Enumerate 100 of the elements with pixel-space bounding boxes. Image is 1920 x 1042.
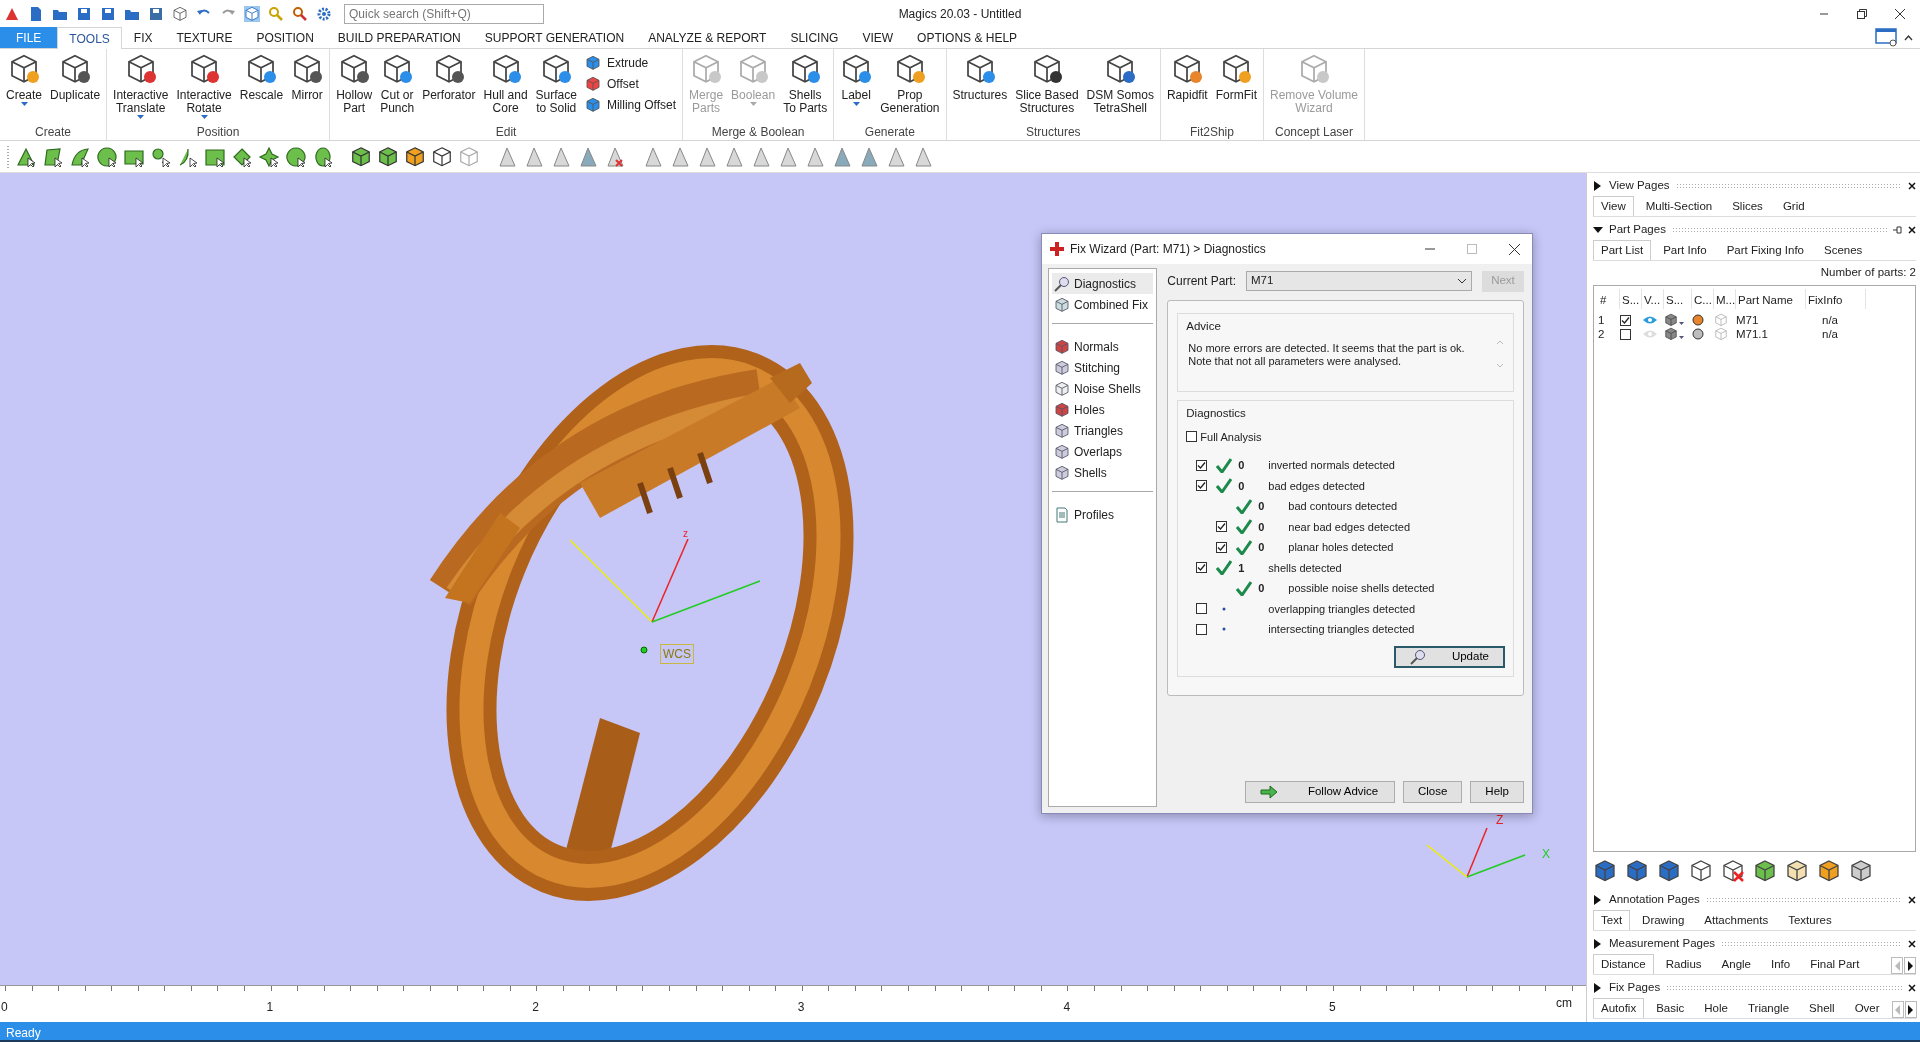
scroll-right-button[interactable] <box>1904 1001 1917 1018</box>
scroll-right-button[interactable] <box>1904 957 1916 974</box>
ribbon-button[interactable]: Extrude <box>581 53 680 73</box>
triangle-icon[interactable] <box>750 145 772 168</box>
tab[interactable]: Part Fixing Info <box>1718 239 1812 260</box>
tab[interactable]: Triangle <box>1739 997 1798 1018</box>
cube-icon[interactable] <box>1689 859 1713 883</box>
tab[interactable]: Info <box>1763 953 1799 974</box>
ribbon-button[interactable]: Perforator <box>419 51 479 123</box>
ribbon-button[interactable]: Hollow Part <box>333 51 376 123</box>
column-header[interactable]: S... <box>1620 289 1642 310</box>
tab[interactable]: Slices <box>1724 195 1771 216</box>
ribbon-button[interactable]: Offset <box>581 74 680 94</box>
nav-item[interactable]: Noise Shells <box>1052 378 1154 399</box>
triangle-icon[interactable] <box>669 145 691 168</box>
cube-icon[interactable] <box>1785 859 1809 883</box>
shape-cursor-icon[interactable] <box>258 145 280 168</box>
nav-item[interactable]: Triangles <box>1052 420 1154 441</box>
ribbon-button[interactable]: Shells To Parts <box>780 51 831 123</box>
shape-cursor-icon[interactable] <box>69 145 91 168</box>
ribbon-button[interactable]: Interactive Translate <box>110 51 172 123</box>
search-icon[interactable] <box>292 5 308 22</box>
nav-item[interactable]: Overlaps <box>1052 441 1154 462</box>
document-icon[interactable] <box>28 5 44 22</box>
column-header[interactable]: C... <box>1692 289 1714 310</box>
checkbox[interactable] <box>1186 431 1198 443</box>
triangle-icon[interactable] <box>723 145 745 168</box>
ribbon-button[interactable]: Mirror <box>288 51 327 123</box>
ribbon-tab[interactable]: OPTIONS & HELP <box>905 27 1030 48</box>
close-icon[interactable] <box>1908 225 1916 234</box>
nav-item[interactable]: Holes <box>1052 399 1154 420</box>
cube-icon[interactable] <box>1664 313 1684 328</box>
tab[interactable]: Part Info <box>1655 239 1715 260</box>
cube-icon[interactable] <box>1664 327 1684 342</box>
dialog-button[interactable]: Help <box>1470 781 1524 803</box>
shape-cursor-icon[interactable] <box>150 145 172 168</box>
tab[interactable]: Scenes <box>1816 239 1871 260</box>
ribbon-button[interactable]: Prop Generation <box>877 51 943 123</box>
ribbon-button[interactable]: Surface to Solid <box>532 51 580 123</box>
cube-icon[interactable] <box>377 145 399 168</box>
gear-icon[interactable] <box>316 5 332 22</box>
ribbon-button[interactable]: Milling Offset <box>581 95 680 115</box>
checkbox[interactable] <box>1620 314 1631 326</box>
column-header[interactable]: FixInfo <box>1806 289 1866 310</box>
checkbox[interactable] <box>1196 480 1208 492</box>
cube-icon[interactable] <box>1625 859 1649 883</box>
checkbox[interactable] <box>1196 562 1208 574</box>
dialog-button[interactable]: Follow Advice <box>1244 781 1395 803</box>
ribbon-button[interactable]: Structures <box>949 51 1011 123</box>
ribbon-button[interactable]: Interactive Rotate <box>173 51 235 123</box>
ribbon-button[interactable]: Slice Based Structures <box>1012 51 1082 123</box>
tab[interactable]: Shell <box>1801 997 1843 1018</box>
ribbon-tab[interactable]: ANALYZE & REPORT <box>636 27 779 48</box>
cube-icon[interactable] <box>1753 859 1777 883</box>
part-dropdown[interactable]: M71 <box>1246 271 1472 291</box>
close-icon[interactable] <box>1509 243 1520 255</box>
cube-icon[interactable] <box>1657 859 1681 883</box>
tab[interactable]: Autofix <box>1593 997 1645 1018</box>
column-header[interactable]: S... <box>1664 289 1692 310</box>
search-field[interactable]: Quick search (Shift+Q) <box>344 3 544 24</box>
checkbox[interactable] <box>1216 521 1228 533</box>
ribbon-button[interactable]: DSM Somos TetraShell <box>1083 51 1157 123</box>
ribbon-tab[interactable]: POSITION <box>244 27 326 48</box>
ribbon-button[interactable]: Rescale <box>236 51 287 123</box>
ribbon-tab[interactable]: BUILD PREPARATION <box>325 27 473 48</box>
triangle-icon[interactable] <box>885 145 907 168</box>
triangle-icon[interactable] <box>642 145 664 168</box>
column-header[interactable]: # <box>1598 289 1620 310</box>
triangle-icon[interactable] <box>577 145 599 168</box>
nav-item[interactable]: Combined Fix <box>1052 294 1154 315</box>
shape-cursor-icon[interactable] <box>96 145 118 168</box>
tab[interactable]: View <box>1593 195 1634 216</box>
expand-icon[interactable] <box>1593 982 1603 993</box>
save-icon[interactable] <box>76 5 92 22</box>
triangle-icon[interactable] <box>604 145 626 168</box>
update-button[interactable]: Update <box>1393 645 1505 668</box>
tab[interactable]: Grid <box>1774 195 1813 216</box>
window-settings-icon[interactable] <box>1875 28 1897 47</box>
cube-icon[interactable] <box>350 145 372 168</box>
close-icon[interactable] <box>1894 7 1906 20</box>
ribbon-button[interactable]: Create <box>3 51 46 123</box>
expand-icon[interactable] <box>1593 894 1603 905</box>
shape-cursor-icon[interactable] <box>285 145 307 168</box>
triangle-icon[interactable] <box>523 145 545 168</box>
checkbox[interactable] <box>1620 328 1631 340</box>
column-header[interactable]: M... <box>1714 289 1736 310</box>
triangle-icon[interactable] <box>550 145 572 168</box>
cube-icon[interactable] <box>1721 859 1745 883</box>
ribbon-button[interactable]: Rapidfit <box>1163 51 1211 123</box>
save-icon[interactable] <box>100 5 116 22</box>
ribbon-button[interactable]: Cut or Punch <box>377 51 418 123</box>
dialog-button[interactable]: Close <box>1402 781 1463 803</box>
expand-icon[interactable] <box>1593 180 1603 191</box>
shape-cursor-icon[interactable] <box>42 145 64 168</box>
cube-icon[interactable] <box>404 145 426 168</box>
collapse-icon[interactable] <box>1903 32 1914 43</box>
tab[interactable]: Hole <box>1696 997 1736 1018</box>
close-icon[interactable] <box>1908 983 1916 992</box>
nav-item[interactable]: Normals <box>1052 336 1154 357</box>
checkbox[interactable] <box>1196 623 1208 635</box>
